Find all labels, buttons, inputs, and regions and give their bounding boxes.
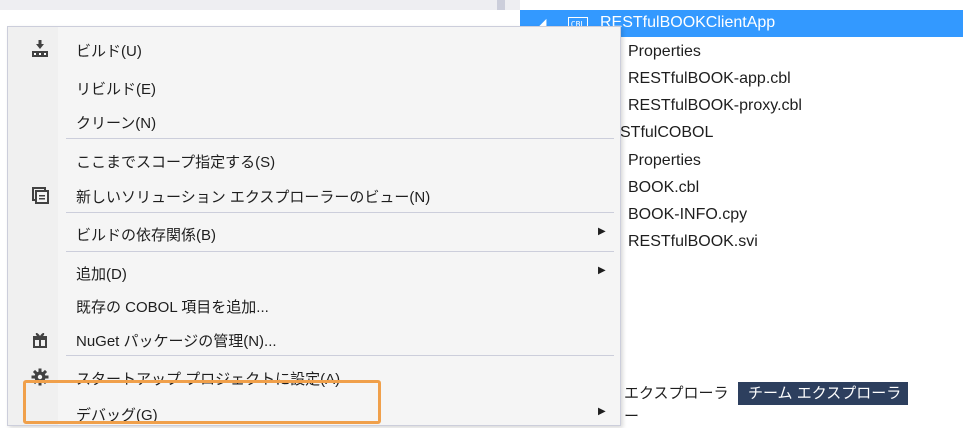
tab-team-explorer[interactable]: チーム エクスプローラー xyxy=(738,382,908,425)
tree-node-file[interactable]: BOOK.cbl xyxy=(628,179,699,197)
menu-item-add[interactable]: 追加(D) ▶ xyxy=(8,256,620,286)
menu-item-label: NuGet パッケージの管理(N)... xyxy=(76,333,277,350)
menu-item-label: 追加(D) xyxy=(76,266,127,283)
menu-separator xyxy=(66,212,614,213)
submenu-arrow-icon: ▶ xyxy=(598,226,606,237)
toolbar-edge xyxy=(497,0,505,10)
menu-item-label: 新しいソリューション エクスプローラーのビュー(N) xyxy=(76,189,431,206)
toolbar-strip xyxy=(0,0,520,10)
menu-item-label: ここまでスコープ指定する(S) xyxy=(76,154,276,171)
submenu-arrow-icon: ▶ xyxy=(598,406,606,417)
menu-separator xyxy=(66,251,614,252)
menu-item-label: ビルドの依存関係(B) xyxy=(76,227,216,244)
menu-item-add-existing-cobol[interactable]: 既存の COBOL 項目を追加... xyxy=(8,289,620,319)
menu-item-label: 既存の COBOL 項目を追加... xyxy=(76,299,269,316)
tree-node-file[interactable]: BOOK-INFO.cpy xyxy=(628,206,747,224)
menu-item-rebuild[interactable]: リビルド(E) xyxy=(8,71,620,101)
new-window-icon xyxy=(30,185,50,205)
tree-node-properties[interactable]: Properties xyxy=(628,43,701,61)
menu-separator xyxy=(66,355,614,356)
menu-item-nuget[interactable]: NuGet パッケージの管理(N)... xyxy=(8,323,620,353)
menu-item-build[interactable]: ビルド(U) xyxy=(8,33,620,63)
tree-node-file[interactable]: RESTfulBOOK-app.cbl xyxy=(628,70,791,88)
tree-node-project[interactable]: STfulCOBOL xyxy=(620,124,713,142)
highlight-box xyxy=(23,380,381,424)
tab-solution-explorer[interactable]: エクスプローラー xyxy=(620,382,738,425)
tree-node-label: RESTfulBOOKClientApp xyxy=(600,14,776,31)
menu-item-new-view[interactable]: 新しいソリューション エクスプローラーのビュー(N) xyxy=(8,179,620,209)
tree-node-properties[interactable]: Properties xyxy=(628,152,701,170)
menu-item-build-dependencies[interactable]: ビルドの依存関係(B) ▶ xyxy=(8,217,620,247)
submenu-arrow-icon: ▶ xyxy=(598,265,606,276)
menu-separator xyxy=(66,138,614,139)
tree-node-file[interactable]: RESTfulBOOK-proxy.cbl xyxy=(628,97,802,115)
menu-item-label: リビルド(E) xyxy=(76,81,156,98)
menu-item-scope[interactable]: ここまでスコープ指定する(S) xyxy=(8,144,620,174)
menu-item-label: クリーン(N) xyxy=(76,115,157,132)
build-icon xyxy=(30,39,50,59)
tree-node-file[interactable]: RESTfulBOOK.svi xyxy=(628,233,758,251)
context-menu: ビルド(U) リビルド(E) クリーン(N) ここまでスコープ指定する(S) 新… xyxy=(7,26,621,426)
nuget-package-icon xyxy=(30,329,50,349)
menu-item-label: ビルド(U) xyxy=(76,43,142,60)
menu-item-clean[interactable]: クリーン(N) xyxy=(8,105,620,135)
